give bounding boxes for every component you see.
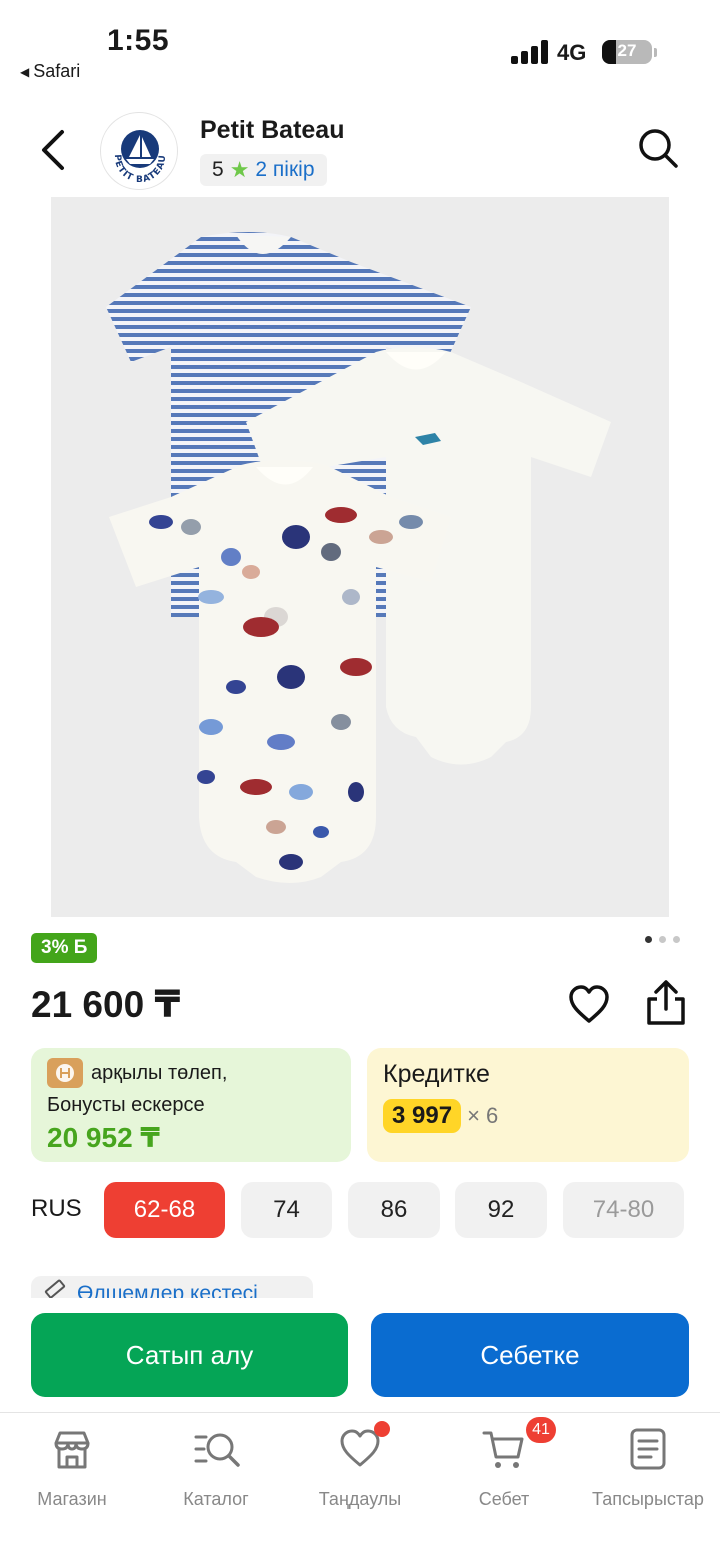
tab-store[interactable]: Магазин xyxy=(0,1413,144,1523)
product-price: 21 600 ₸ xyxy=(31,984,181,1025)
tab-catalog[interactable]: Каталог xyxy=(144,1413,288,1523)
store-icon xyxy=(50,1427,94,1471)
battery-nub xyxy=(654,48,657,57)
ruler-icon xyxy=(44,1278,66,1298)
tab-catalog-label: Каталог xyxy=(183,1489,249,1509)
product-image-gallery[interactable] xyxy=(51,197,669,917)
store-header: PETIT BATEAU Petit Bateau 5 ★ 2 пікір xyxy=(0,108,720,192)
back-triangle-icon: ◀ xyxy=(20,64,30,79)
size-option-74-80[interactable]: 74-80 xyxy=(563,1182,684,1238)
rating-score: 5 xyxy=(212,158,224,181)
favorite-button[interactable] xyxy=(567,983,611,1027)
size-option-86[interactable]: 86 xyxy=(348,1182,440,1238)
back-to-app-link[interactable]: ◀ Safari xyxy=(20,61,80,82)
size-option-92[interactable]: 92 xyxy=(455,1182,547,1238)
boat-logo-icon: PETIT BATEAU xyxy=(112,130,167,185)
product-photo-bodysuits xyxy=(106,232,611,883)
rating-chip[interactable]: 5 ★ 2 пікір xyxy=(200,154,327,186)
pay-card-line1: арқылы төлеп, xyxy=(91,1061,228,1084)
buy-now-button[interactable]: Сатып алу xyxy=(31,1313,348,1397)
pagination-dot xyxy=(645,936,652,943)
favorites-badge-dot xyxy=(374,1421,390,1437)
tab-cart[interactable]: 41 Себет xyxy=(432,1413,576,1523)
battery-icon: 27 xyxy=(602,40,652,64)
heart-icon xyxy=(338,1421,390,1471)
pagination-dot xyxy=(673,936,680,943)
wallet-pay-icon xyxy=(47,1058,83,1088)
status-time: 1:55 xyxy=(107,24,170,57)
tab-store-label: Магазин xyxy=(37,1489,107,1509)
bonus-pay-card[interactable]: арқылы төлеп, Бонусты ескерсе 20 952 ₸ xyxy=(31,1048,351,1162)
share-button[interactable] xyxy=(643,979,689,1027)
size-system-label: RUS xyxy=(31,1195,82,1222)
network-type: 4G xyxy=(557,40,587,65)
chevron-left-icon xyxy=(42,130,64,170)
size-option-74[interactable]: 74 xyxy=(241,1182,332,1238)
tab-cart-label: Себет xyxy=(478,1489,530,1509)
share-icon xyxy=(647,980,685,1025)
pagination-dot xyxy=(659,936,666,943)
catalog-search-icon xyxy=(194,1427,240,1471)
store-name[interactable]: Petit Bateau xyxy=(200,116,344,145)
credit-offer-card[interactable]: Кредитке 3 997 × 6 xyxy=(367,1048,689,1162)
size-option-62-68[interactable]: 62-68 xyxy=(104,1182,225,1238)
add-to-cart-button[interactable]: Себетке xyxy=(371,1313,689,1397)
tab-favorites-label: Таңдаулы xyxy=(318,1489,402,1509)
reviews-link: 2 пікір xyxy=(255,158,315,181)
back-button[interactable] xyxy=(34,128,74,172)
star-icon: ★ xyxy=(229,157,250,182)
image-pagination-dots xyxy=(645,936,680,943)
back-app-label: Safari xyxy=(33,61,81,81)
size-selector: RUS 62-68 74 86 92 74-80 xyxy=(31,1182,691,1238)
cellular-signal-icon xyxy=(511,40,549,64)
status-bar: 1:55 ◀ Safari 4G 27 xyxy=(0,0,720,96)
pay-card-line2: Бонусты ескерсе xyxy=(47,1094,205,1116)
tab-orders[interactable]: Тапсырыстар xyxy=(576,1413,720,1523)
cart-icon: 41 xyxy=(482,1417,556,1471)
credit-monthly-amount: 3 997 xyxy=(383,1099,462,1133)
orders-icon xyxy=(626,1427,670,1471)
size-chart-label: Өлшемдер кестесі xyxy=(77,1282,258,1298)
credit-months: × 6 xyxy=(467,1103,499,1128)
search-icon xyxy=(639,129,678,168)
bottom-tab-bar: Магазин Каталог Таңдаулы 41 Себет Тапсыр… xyxy=(0,1412,720,1564)
credit-title: Кредитке xyxy=(383,1060,490,1088)
tab-favorites[interactable]: Таңдаулы xyxy=(288,1413,432,1523)
size-chart-link[interactable]: Өлшемдер кестесі xyxy=(31,1276,313,1298)
bonus-discount-badge: 3% Б xyxy=(31,933,98,963)
heart-icon xyxy=(569,985,609,1023)
tab-orders-label: Тапсырыстар xyxy=(592,1489,704,1509)
store-logo[interactable]: PETIT BATEAU xyxy=(100,112,178,190)
cart-badge-count: 41 xyxy=(526,1417,556,1443)
search-button[interactable] xyxy=(636,126,680,170)
bonus-price: 20 952 ₸ xyxy=(47,1122,160,1153)
battery-level: 27 xyxy=(617,41,637,60)
